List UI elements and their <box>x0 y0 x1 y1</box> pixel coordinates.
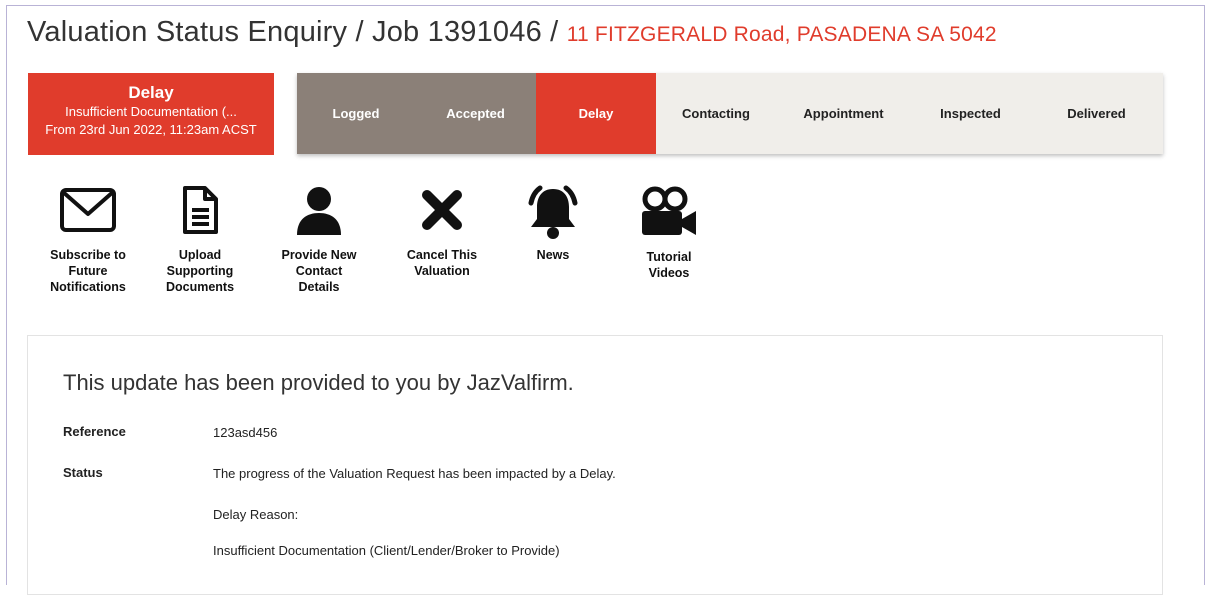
step-delay: Delay <box>536 73 656 154</box>
property-address: 11 FITZGERALD Road, PASADENA SA 5042 <box>566 23 997 46</box>
bell-icon <box>528 185 578 239</box>
upload-label: Upload Supporting Documents <box>165 248 235 294</box>
reference-label: Reference <box>63 424 126 439</box>
user-icon <box>297 187 341 235</box>
tutorial-videos-button[interactable]: Tutorial Videos <box>614 185 724 281</box>
video-camera-icon <box>642 186 696 235</box>
document-icon <box>183 186 218 234</box>
subscribe-label: Subscribe to Future Notifications <box>50 248 126 294</box>
reference-value: 123asd456 <box>213 425 278 440</box>
status-title: Delay <box>128 83 174 102</box>
status-text: The progress of the Valuation Request ha… <box>213 466 616 481</box>
status-reason: Insufficient Documentation (... <box>65 104 237 119</box>
cancel-label: Cancel This Valuation <box>406 248 478 278</box>
contact-details-button[interactable]: Provide New Contact Details <box>264 185 374 295</box>
update-heading: This update has been provided to you by … <box>63 370 574 395</box>
delay-reason-text: Insufficient Documentation (Client/Lende… <box>213 543 560 558</box>
title-text: Valuation Status Enquiry / Job 1391046 / <box>27 16 567 48</box>
delay-reason-heading: Delay Reason: <box>213 507 299 522</box>
status-label: Status <box>63 465 103 480</box>
step-contacting: Contacting <box>656 73 776 154</box>
page-title: Valuation Status Enquiry / Job 1391046 /… <box>27 16 997 49</box>
update-panel: This update has been provided to you by … <box>27 335 1163 595</box>
status-since: From 23rd Jun 2022, 11:23am ACST <box>45 122 257 137</box>
contact-label: Provide New Contact Details <box>281 248 357 294</box>
subscribe-button[interactable]: Subscribe to Future Notifications <box>33 185 143 295</box>
cancel-valuation-button[interactable]: Cancel This Valuation <box>387 185 497 279</box>
envelope-icon <box>60 188 116 232</box>
step-accepted: Accepted <box>415 73 536 154</box>
step-logged: Logged <box>297 73 415 154</box>
close-icon <box>422 190 462 230</box>
step-appointment: Appointment <box>776 73 911 154</box>
progress-steps: Logged Accepted Delay Contacting Appoint… <box>297 73 1163 154</box>
news-label: News <box>536 248 570 262</box>
current-status-box: Delay Insufficient Documentation (... Fr… <box>28 73 274 155</box>
news-button[interactable]: News <box>498 185 608 263</box>
upload-documents-button[interactable]: Upload Supporting Documents <box>145 185 255 295</box>
tutorial-label: Tutorial Videos <box>646 250 692 280</box>
step-inspected: Inspected <box>911 73 1030 154</box>
step-delivered: Delivered <box>1030 73 1163 154</box>
